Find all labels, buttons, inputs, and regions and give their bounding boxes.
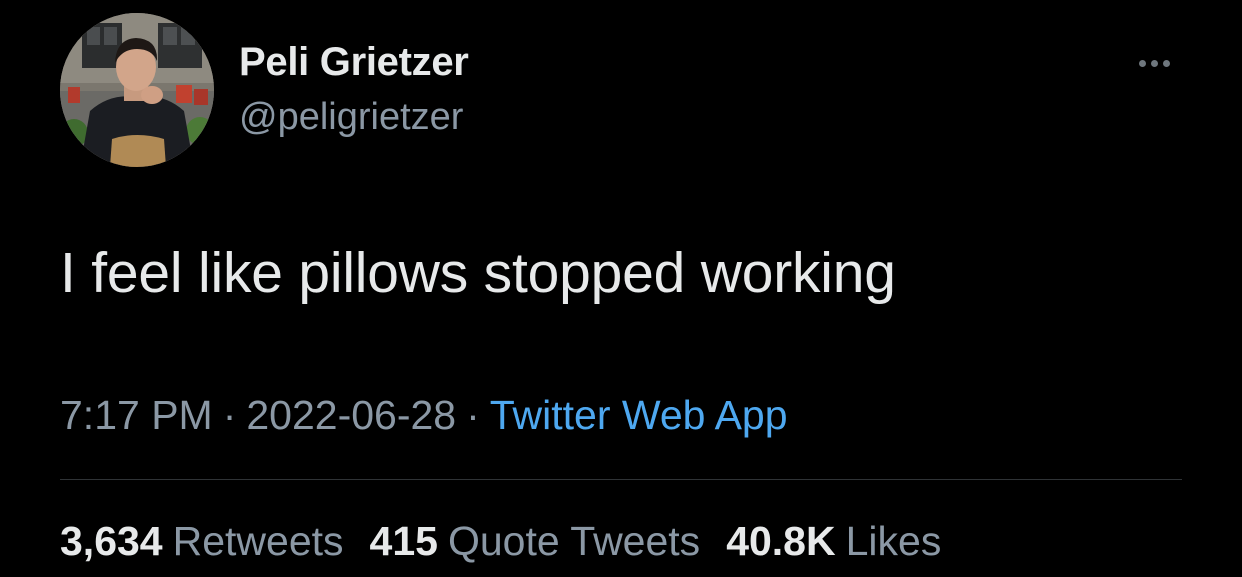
divider <box>60 479 1182 480</box>
retweets-label: Retweets <box>172 518 344 564</box>
more-options-button[interactable] <box>1126 48 1182 78</box>
separator-dot: · <box>222 392 237 438</box>
quote-tweets-count: 415 <box>369 518 438 564</box>
tweet-date[interactable]: 2022-06-28 <box>246 392 456 438</box>
more-horizontal-icon-dot <box>1150 59 1158 67</box>
retweets-count: 3,634 <box>60 518 163 564</box>
tweet-stats: 3,634 Retweets 415 Quote Tweets 40.8K Likes <box>60 518 941 565</box>
separator-dot: · <box>466 392 480 438</box>
quote-tweets-label: Quote Tweets <box>447 518 701 564</box>
user-handle[interactable]: @peligrietzer <box>239 96 463 139</box>
likes-label: Likes <box>845 518 942 564</box>
likes-count: 40.8K <box>726 518 836 564</box>
likes-stat[interactable]: 40.8K Likes <box>726 518 941 565</box>
avatar[interactable] <box>60 13 214 167</box>
more-horizontal-icon <box>1138 59 1146 67</box>
profile-photo-icon <box>60 13 214 167</box>
tweet-time[interactable]: 7:17 PM <box>60 392 213 438</box>
tweet-source-link[interactable]: Twitter Web App <box>490 392 788 438</box>
more-horizontal-icon-dot <box>1162 59 1170 67</box>
tweet-text: I feel like pillows stopped working <box>60 241 896 305</box>
tweet-card: Peli Grietzer @peligrietzer I feel like … <box>0 0 1242 577</box>
tweet-metadata: 7:17 PM · 2022-06-28 · Twitter Web App <box>60 392 788 439</box>
display-name[interactable]: Peli Grietzer <box>239 40 469 85</box>
quote-tweets-stat[interactable]: 415 Quote Tweets <box>370 518 701 565</box>
retweets-stat[interactable]: 3,634 Retweets <box>60 518 344 565</box>
